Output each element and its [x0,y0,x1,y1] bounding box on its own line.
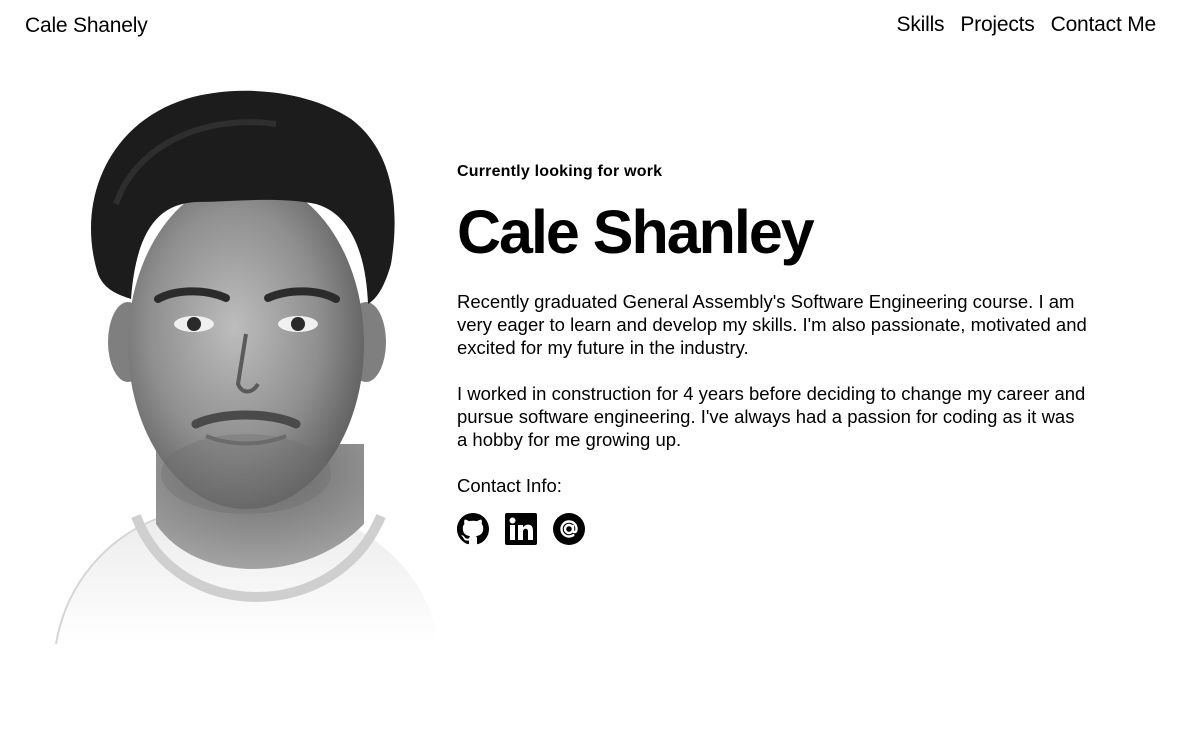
bio-paragraph-1: Recently graduated General Assembly's So… [457,291,1087,359]
availability-tagline: Currently looking for work [457,163,663,180]
contact-icons [457,513,1097,546]
hero-content: Currently looking for work Cale Shanley … [457,160,1097,546]
email-at-icon[interactable] [553,513,585,546]
nav-link-projects[interactable]: Projects [960,13,1034,37]
github-icon[interactable] [457,513,489,545]
brand-link[interactable]: Cale Shanely [25,14,148,38]
nav-link-skills[interactable]: Skills [897,13,945,37]
nav-link-contact[interactable]: Contact Me [1051,13,1157,37]
contact-info-label: Contact Info: [457,475,562,497]
nav-links: Skills Projects Contact Me [897,13,1157,37]
linkedin-icon[interactable] [505,513,537,546]
top-navbar: Cale Shanely Skills Projects Contact Me [0,0,1180,56]
profile-photo [46,84,440,646]
hero-name-heading: Cale Shanley [457,198,815,266]
bio-paragraph-2: I worked in construction for 4 years bef… [457,383,1086,451]
